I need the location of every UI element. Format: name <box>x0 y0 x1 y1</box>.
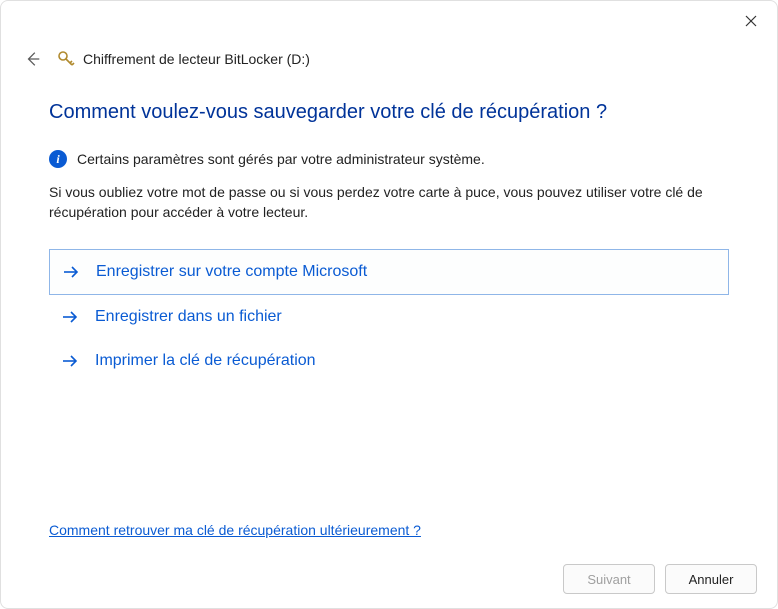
option-print-key[interactable]: Imprimer la clé de récupération <box>49 339 729 383</box>
body-text: Si vous oubliez votre mot de passe ou si… <box>49 182 729 223</box>
option-label: Enregistrer dans un fichier <box>95 308 282 326</box>
option-save-to-file[interactable]: Enregistrer dans un fichier <box>49 295 729 339</box>
wizard-header: Chiffrement de lecteur BitLocker (D:) <box>23 49 755 69</box>
cancel-button[interactable]: Annuler <box>665 564 757 594</box>
info-row: i Certains paramètres sont gérés par vot… <box>49 150 729 168</box>
option-save-microsoft-account[interactable]: Enregistrer sur votre compte Microsoft <box>49 249 729 295</box>
close-button[interactable] <box>739 9 763 33</box>
close-icon <box>745 15 757 27</box>
options-list: Enregistrer sur votre compte Microsoft E… <box>49 249 729 383</box>
wizard-footer: Suivant Annuler <box>563 564 757 594</box>
arrow-right-icon <box>61 308 79 326</box>
wizard-content: Comment voulez-vous sauvegarder votre cl… <box>49 101 729 383</box>
help-link[interactable]: Comment retrouver ma clé de récupération… <box>49 522 421 538</box>
bitlocker-key-icon <box>57 50 75 68</box>
info-text: Certains paramètres sont gérés par votre… <box>77 151 485 167</box>
option-label: Enregistrer sur votre compte Microsoft <box>96 263 367 281</box>
page-heading: Comment voulez-vous sauvegarder votre cl… <box>49 101 729 124</box>
option-label: Imprimer la clé de récupération <box>95 352 316 370</box>
next-button: Suivant <box>563 564 655 594</box>
window-title: Chiffrement de lecteur BitLocker (D:) <box>83 51 310 67</box>
arrow-left-icon <box>24 50 42 68</box>
arrow-right-icon <box>62 263 80 281</box>
back-button[interactable] <box>23 49 43 69</box>
arrow-right-icon <box>61 352 79 370</box>
info-icon: i <box>49 150 67 168</box>
